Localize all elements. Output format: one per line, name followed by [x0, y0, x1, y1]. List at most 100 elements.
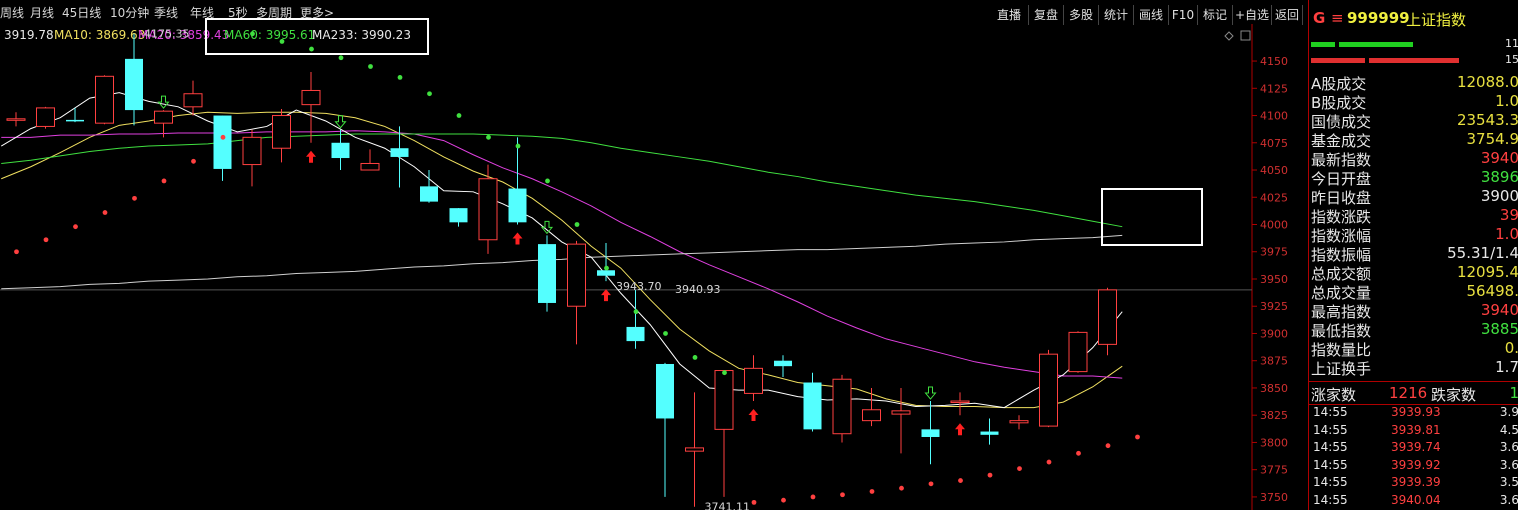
candle-body	[420, 186, 438, 202]
period-tab[interactable]: 10分钟	[110, 4, 149, 21]
period-tab[interactable]: 月线	[30, 4, 54, 21]
stat-value: 3900	[1480, 187, 1518, 205]
ma-line	[1, 234, 1123, 290]
candle-body	[390, 148, 409, 157]
candle-body	[567, 243, 586, 307]
price-annotation: 3741.11	[705, 501, 751, 510]
candle-body	[95, 75, 114, 124]
tick-price: 3940.04	[1391, 492, 1441, 507]
candle-body	[714, 370, 734, 430]
tick-row: 14:55 3939.92 3.6	[1311, 457, 1518, 475]
stat-value: 39	[1499, 206, 1518, 224]
stat-value: 3896	[1480, 168, 1518, 186]
candle-body	[360, 162, 380, 171]
tick-row: 14:55 3939.74 3.6	[1311, 439, 1518, 457]
candle-body	[950, 400, 970, 404]
tick-price: 3939.93	[1391, 405, 1441, 419]
tick-vol: 3.5	[1499, 475, 1518, 489]
period-tab[interactable]: 季线	[154, 4, 178, 21]
stat-label: A股成交	[1311, 75, 1367, 93]
stat-value: 1.0	[1495, 225, 1518, 243]
y-tick-label: 3900	[1260, 327, 1288, 340]
toolbar-button[interactable]: +自选	[1233, 5, 1272, 25]
candle-body	[449, 208, 468, 223]
sar-dot	[279, 39, 285, 44]
up-count-label: 涨家数	[1311, 386, 1357, 404]
tick-time: 14:55	[1313, 405, 1348, 419]
tick-vol: 3.6	[1499, 457, 1518, 472]
sar-dot	[427, 91, 432, 97]
toolbar-button[interactable]: 复盘	[1029, 5, 1064, 25]
down-count-label: 跌家数	[1431, 386, 1477, 404]
stat-value: 55.31/1.4	[1447, 244, 1518, 262]
candle-body	[183, 93, 203, 108]
buy-signal-icon	[306, 150, 316, 163]
toolbar-button[interactable]: 标记	[1198, 5, 1233, 25]
sar-dot	[456, 113, 462, 118]
candle-body	[478, 178, 498, 241]
candle-body	[862, 409, 881, 422]
sar-dot	[14, 249, 19, 255]
sar-dot	[722, 370, 727, 376]
candle-body	[154, 110, 173, 124]
stat-value: 3940	[1480, 301, 1518, 319]
y-tick-label: 3975	[1260, 246, 1288, 259]
index-info-panel: G ≡ 999999 上证指数 11 15 A股成交 12088.0 B股成交 1.0…	[1308, 0, 1518, 510]
kline-chart[interactable]: 4150 4125 4100 4075 4050 4025 4000 3975 3950 3925…	[0, 24, 1306, 510]
period-tab[interactable]: 周线	[0, 4, 24, 21]
panel-header: G ≡ 999999 上证指数	[1309, 0, 1518, 36]
tick-price: 3939.39	[1391, 475, 1441, 489]
stat-row: 今日开盘 3896	[1311, 168, 1518, 188]
sell-signal-icon	[157, 95, 170, 109]
y-tick-label: 3850	[1260, 382, 1288, 395]
sar-dot	[958, 478, 963, 483]
y-tick-label: 3950	[1260, 273, 1288, 286]
toolbar-button[interactable]: 直播	[990, 5, 1029, 25]
tick-price: 3939.74	[1391, 440, 1441, 454]
sell-signal-icon	[924, 386, 937, 400]
stat-row: B股成交 1.0	[1311, 92, 1518, 112]
toolbar-button[interactable]: 多股	[1064, 5, 1099, 25]
sar-dot	[368, 64, 373, 69]
sar-dot	[574, 222, 580, 227]
diamond-icon	[1224, 31, 1234, 41]
candle-body	[980, 431, 999, 435]
sar-dot	[692, 355, 698, 360]
down-count: 1	[1509, 384, 1518, 402]
stat-label: 指数振幅	[1311, 246, 1372, 264]
up-bar	[1311, 42, 1335, 47]
toolbar-button[interactable]: 画线	[1134, 5, 1169, 25]
stat-label: 最低指数	[1311, 322, 1372, 340]
candle-body	[1068, 331, 1088, 373]
toolbar-button[interactable]: F10	[1169, 5, 1198, 25]
sar-dot	[1046, 459, 1052, 465]
candle-body	[242, 136, 262, 166]
menu-icon[interactable]: ≡	[1331, 9, 1344, 27]
candle-body	[272, 115, 291, 149]
buy-signal-icon	[512, 232, 523, 245]
price-annotation: 3943.70	[616, 280, 662, 293]
candle-body	[213, 115, 232, 169]
period-tab[interactable]: 45日线	[62, 4, 101, 21]
period-bar: 周线 月线 45日线 10分钟 季线 年线 5秒 多周期 更多>	[0, 0, 990, 24]
ma-line	[1, 133, 1123, 228]
group-label: G	[1313, 9, 1326, 27]
candle-body	[1098, 289, 1117, 345]
stat-row: 最新指数 3940	[1311, 149, 1518, 169]
y-tick-label: 3775	[1260, 464, 1288, 477]
candle-body	[774, 360, 792, 367]
sar-dot	[751, 499, 757, 505]
candle-body	[66, 119, 84, 122]
candle-body	[832, 378, 852, 435]
stat-value: 12088.0	[1456, 73, 1518, 91]
sar-dot	[840, 492, 845, 498]
toolbar-button[interactable]: 返回	[1272, 5, 1303, 25]
stat-label: 指数涨幅	[1311, 227, 1372, 245]
tick-time: 14:55	[1313, 422, 1348, 437]
stat-row: 指数量比 0.	[1311, 339, 1518, 359]
stat-row: 最高指数 3940	[1311, 301, 1518, 321]
toolbar-button[interactable]: 统计	[1099, 5, 1134, 25]
tick-vol: 3.6	[1499, 492, 1518, 507]
price-annotation: 3940.93	[675, 283, 721, 296]
sar-dot	[663, 331, 668, 336]
